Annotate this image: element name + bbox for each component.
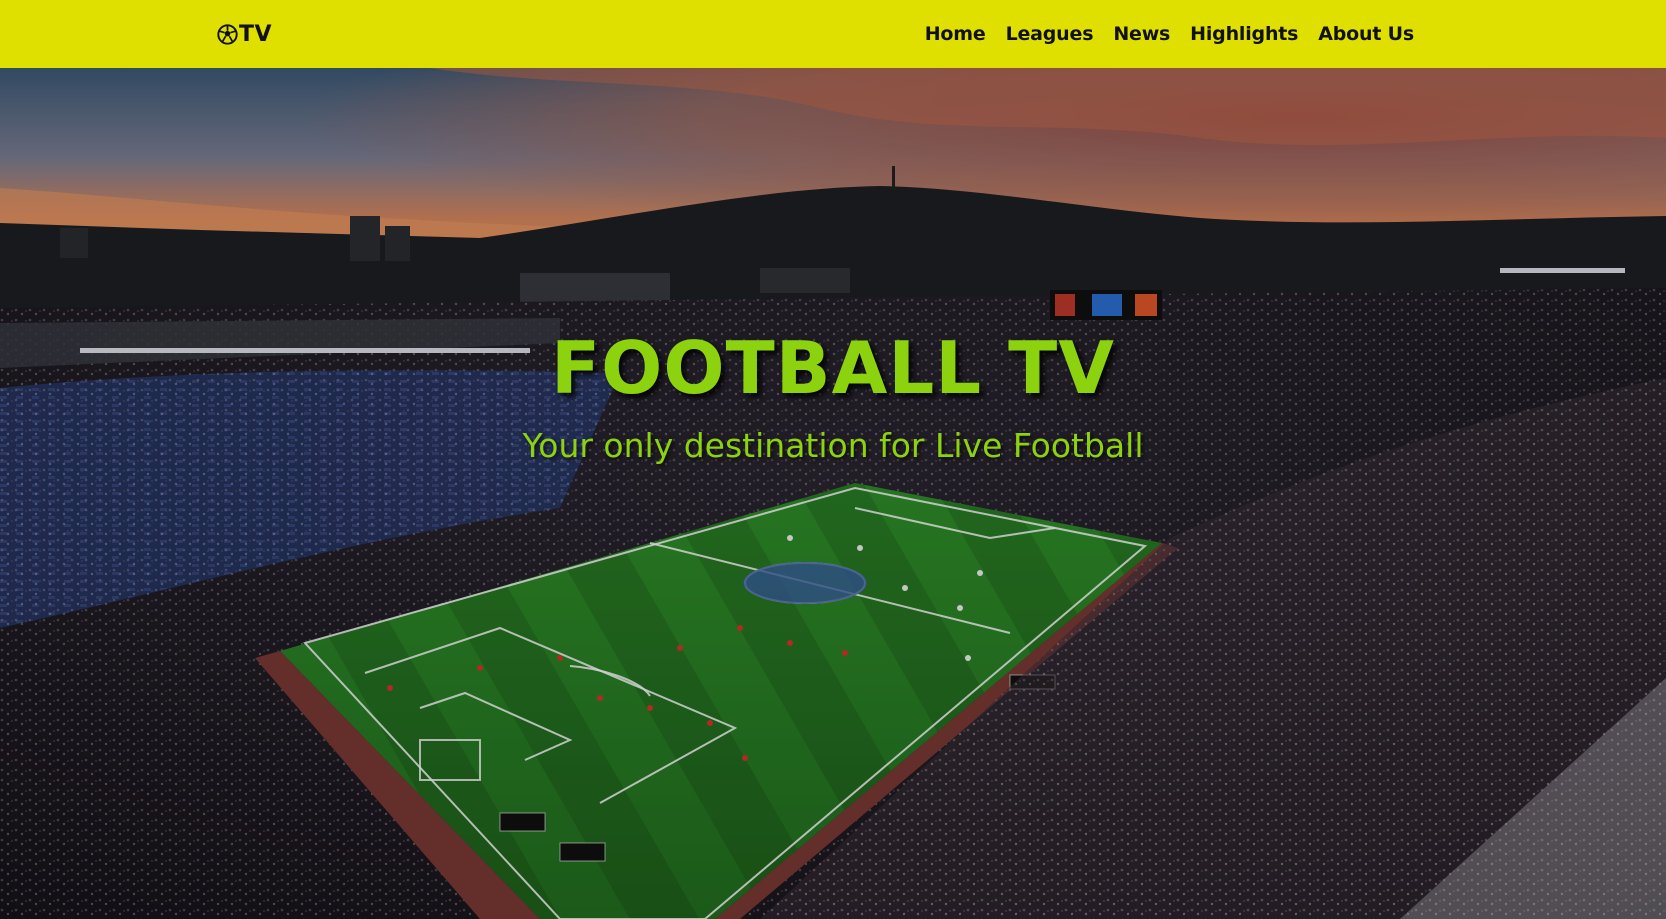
hero-section: FOOTBALL TV Your only destination for Li…	[0, 68, 1666, 919]
hero-overlay	[0, 68, 1666, 919]
brand-text: TV	[239, 21, 273, 47]
nav-item-leagues: Leagues	[1006, 23, 1094, 45]
nav-link-highlights[interactable]: Highlights	[1190, 23, 1298, 45]
nav-item-news: News	[1113, 23, 1170, 45]
brand-logo[interactable]: TV	[217, 20, 272, 48]
navbar: TV Home Leagues News Highlights About Us	[0, 0, 1666, 68]
hero-subtitle: Your only destination for Live Football	[522, 426, 1144, 465]
nav-item-highlights: Highlights	[1190, 23, 1298, 45]
nav-link-leagues[interactable]: Leagues	[1006, 23, 1094, 45]
nav-link-about-us[interactable]: About Us	[1318, 23, 1414, 45]
nav-link-news[interactable]: News	[1113, 23, 1170, 45]
nav-item-about-us: About Us	[1318, 23, 1414, 45]
soccer-ball-icon	[217, 23, 238, 45]
nav-link-home[interactable]: Home	[925, 23, 986, 45]
nav-menu: Home Leagues News Highlights About Us	[925, 20, 1414, 48]
nav-item-home: Home	[925, 23, 986, 45]
hero-title: FOOTBALL TV	[551, 326, 1115, 410]
